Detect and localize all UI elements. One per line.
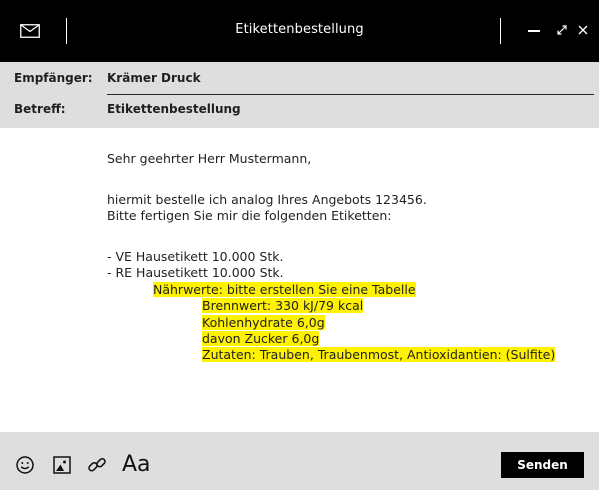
- energy-value: Brennwert: 330 kJ/79 kcal: [202, 298, 364, 314]
- order-item-ve: - VE Hausetikett 10.000 Stk.: [107, 248, 284, 264]
- body-line-1: hiermit bestelle ich analog Ihres Angebo…: [107, 191, 427, 207]
- sugar-value: davon Zucker 6,0g: [202, 330, 320, 346]
- message-body[interactable]: Sehr geehrter Herr Mustermann, hiermit b…: [107, 151, 577, 364]
- nutrition-note: Nährwerte: bitte erstellen Sie eine Tabe…: [153, 281, 416, 297]
- recipient-field[interactable]: Krämer Druck: [107, 71, 201, 85]
- minimize-icon[interactable]: [527, 20, 541, 40]
- send-button[interactable]: Senden: [501, 452, 584, 478]
- emoji-icon[interactable]: [16, 456, 34, 474]
- title-bar: Etikettenbestellung: [0, 0, 599, 62]
- expand-icon[interactable]: [555, 20, 569, 40]
- recipient-label: Empfänger:: [14, 71, 93, 85]
- window-title: Etikettenbestellung: [235, 22, 364, 37]
- font-format-button[interactable]: Aa: [122, 450, 151, 480]
- mail-headers: Empfänger: Krämer Druck Betreff: Etikett…: [0, 62, 599, 128]
- greeting-line: Sehr geehrter Herr Mustermann,: [107, 151, 312, 166]
- recipient-row: Empfänger: Krämer Druck: [0, 64, 599, 95]
- body-line-2: Bitte fertigen Sie mir die folgenden Eti…: [107, 208, 392, 224]
- carbs-value: Kohlenhydrate 6,0g: [202, 314, 325, 330]
- image-icon[interactable]: [53, 456, 71, 474]
- ingredients-value: Zutaten: Trauben, Traubenmost, Antioxida…: [202, 347, 556, 363]
- close-icon[interactable]: [577, 20, 589, 40]
- link-icon[interactable]: [86, 454, 108, 476]
- subject-row: Betreff: Etikettenbestellung: [0, 95, 599, 125]
- title-separator-right: [500, 18, 501, 44]
- compose-toolbar: Aa Senden: [0, 432, 599, 490]
- subject-label: Betreff:: [14, 102, 66, 116]
- subject-field[interactable]: Etikettenbestellung: [107, 102, 241, 116]
- order-item-re: - RE Hausetikett 10.000 Stk.: [107, 265, 284, 281]
